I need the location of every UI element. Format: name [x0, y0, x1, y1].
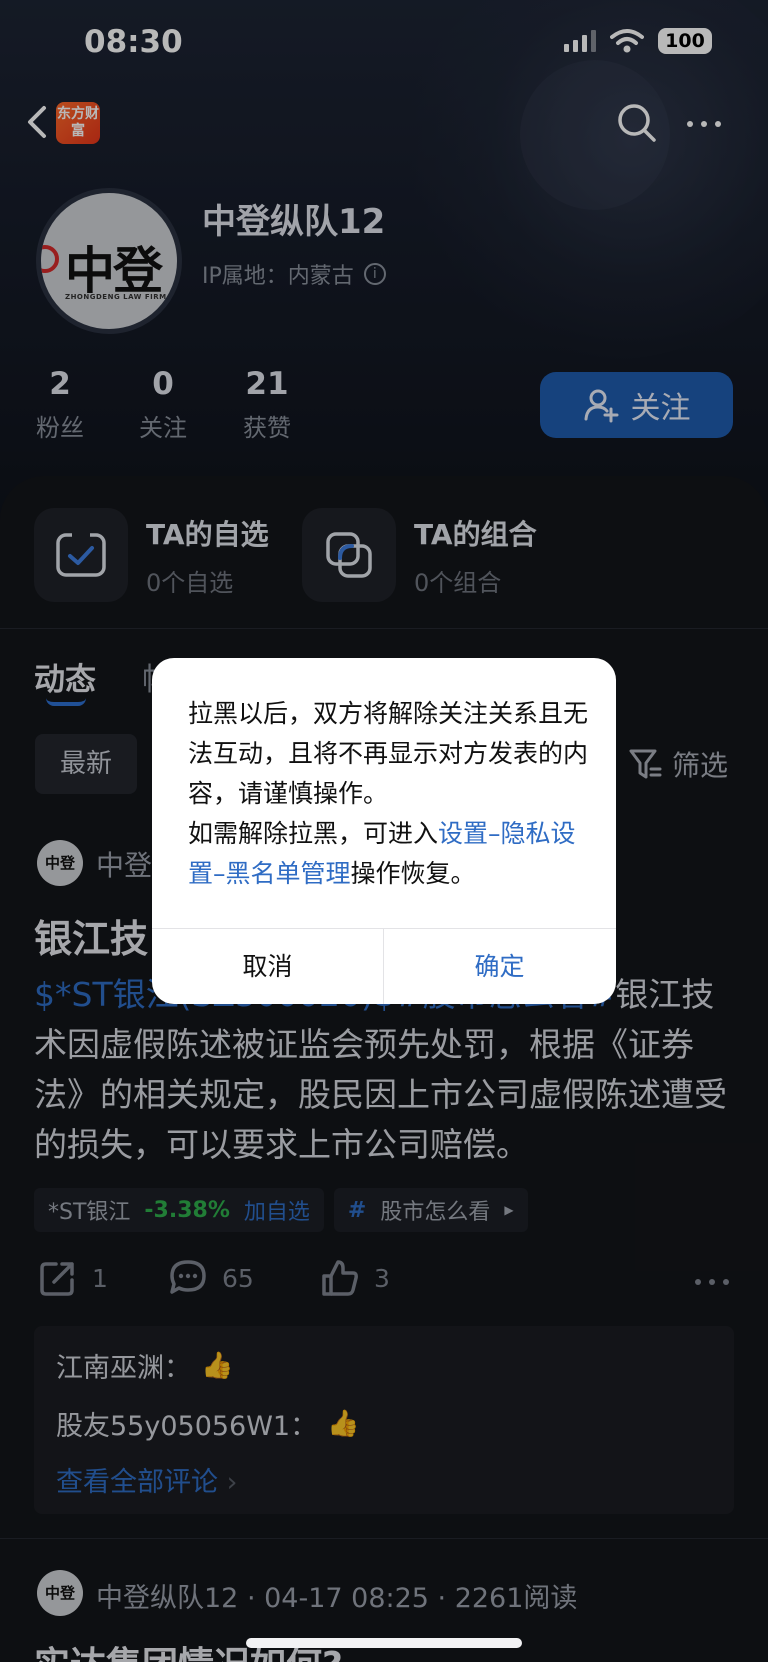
confirm-button[interactable]: 确定 — [384, 929, 615, 1004]
dialog-message: 拉黑以后，双方将解除关注关系且无法互动，且将不再显示对方发表的内容，请谨慎操作。… — [188, 694, 588, 894]
dialog-hint-prefix: 如需解除拉黑，可进入 — [188, 819, 439, 848]
dialog-hint-suffix: 操作恢复。 — [350, 859, 476, 888]
dialog-warning-text: 拉黑以后，双方将解除关注关系且无法互动，且将不再显示对方发表的内容，请谨慎操作。 — [188, 699, 589, 808]
block-confirm-dialog: 拉黑以后，双方将解除关注关系且无法互动，且将不再显示对方发表的内容，请谨慎操作。… — [152, 658, 616, 1004]
home-indicator[interactable] — [246, 1638, 522, 1648]
cancel-button[interactable]: 取消 — [152, 929, 383, 1004]
